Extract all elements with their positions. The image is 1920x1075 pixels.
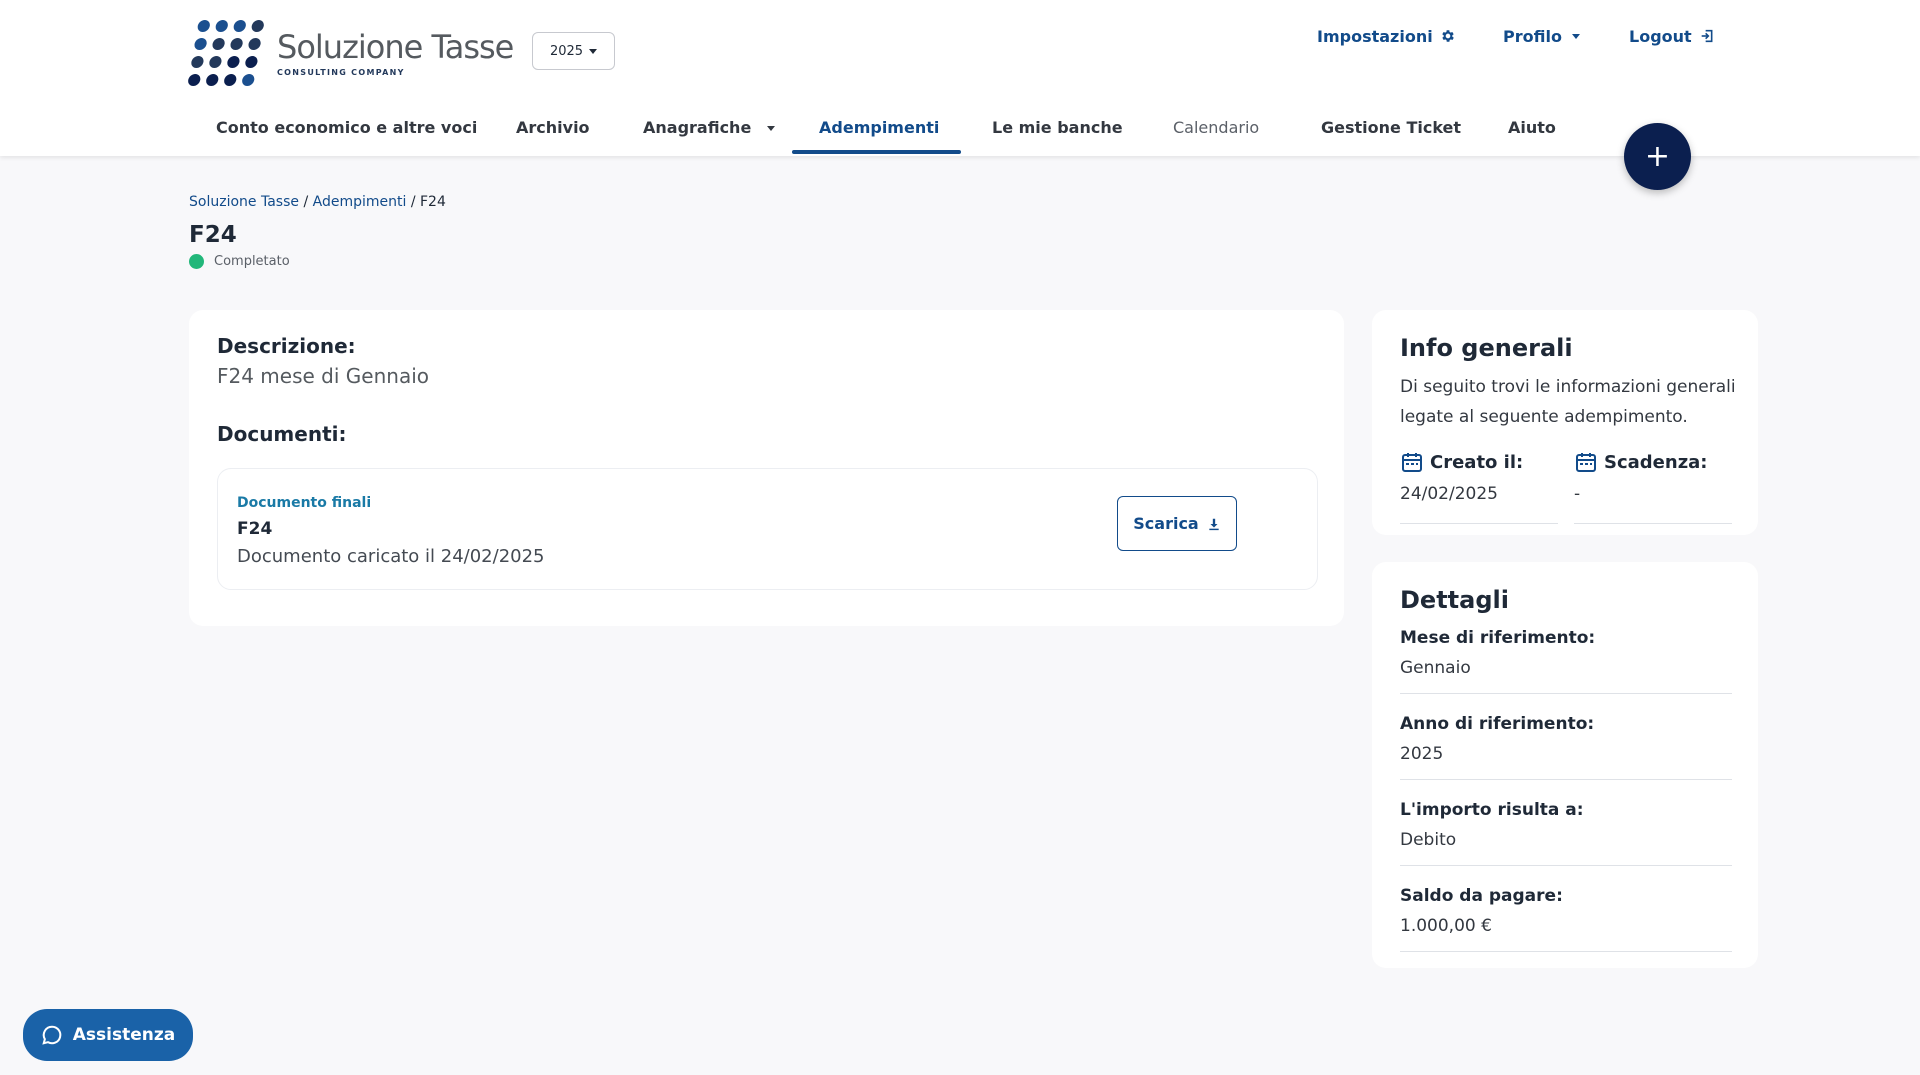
info-text: Di seguito trovi le informazioni general… [1400,377,1736,427]
nav-item-calendario[interactable]: Calendario [1173,118,1259,137]
breadcrumb: Soluzione Tasse / Adempimenti / F24 [189,194,446,210]
status-dot-icon [189,254,204,269]
nav-item-banche[interactable]: Le mie banche [992,118,1123,137]
due-label: Scadenza: [1604,451,1708,473]
info-card: Info generali Di seguito trovi le inform… [1372,310,1758,535]
description-label: Descrizione: [217,334,356,358]
breadcrumb-section[interactable]: Adempimenti [313,194,407,210]
chat-bubble-icon [41,1024,63,1046]
year-select-value: 2025 [549,43,584,59]
settings-link[interactable]: Impostazioni [1317,27,1456,46]
settings-link-label: Impostazioni [1317,26,1433,46]
document-upload-date: Documento caricato il 24/02/2025 [237,546,545,567]
profile-menu[interactable]: Profilo [1503,27,1580,46]
document-name: F24 [237,519,273,539]
status-label: Completato [214,254,290,269]
breadcrumb-separator: / [303,194,309,210]
chevron-down-icon [766,126,775,131]
page-title: F24 [189,222,237,248]
plus-icon: + [1644,139,1671,174]
year-select[interactable]: 2025 [532,32,615,70]
status-badge: Completato [189,254,290,269]
logout-icon [1699,28,1715,44]
due-value: - [1574,484,1732,524]
created-date: Creato il: 24/02/2025 [1400,450,1558,524]
brand-name: Soluzione Tasse [277,27,514,66]
detail-value: 2025 [1400,744,1444,764]
nav-item-ticket[interactable]: Gestione Ticket [1321,118,1461,137]
created-value: 24/02/2025 [1400,484,1558,524]
detail-row: Anno di riferimento: 2025 [1400,714,1732,780]
logout-link[interactable]: Logout [1629,27,1715,46]
nav-item-adempimenti[interactable]: Adempimenti [819,118,939,137]
calendar-icon [1574,450,1598,474]
nav-item-anagrafiche-label: Anagrafiche [643,118,752,137]
due-date: Scadenza: - [1574,450,1732,524]
nav-item-anagrafiche[interactable]: Anagrafiche [643,118,775,137]
breadcrumb-root[interactable]: Soluzione Tasse [189,194,299,210]
details-card: Dettagli Mese di riferimento: Gennaio An… [1372,562,1758,968]
calendar-icon [1400,450,1424,474]
top-header: Soluzione Tasse CONSULTING COMPANY 2025 … [0,0,1920,156]
detail-value: 1.000,00 € [1400,916,1492,936]
description-value: F24 mese di Gennaio [217,364,429,388]
created-label: Creato il: [1430,451,1524,473]
detail-value: Gennaio [1400,658,1471,678]
brand-logo[interactable]: Soluzione Tasse CONSULTING COMPANY [187,20,514,86]
due-label-row: Scadenza: [1574,450,1732,474]
add-button[interactable]: + [1624,123,1691,190]
active-tab-indicator [792,150,961,154]
nav-item-conto-economico[interactable]: Conto economico e altre voci [216,118,477,137]
chevron-down-icon [589,48,598,54]
logout-link-label: Logout [1629,26,1692,46]
detail-value: Debito [1400,830,1457,850]
detail-label: Mese di riferimento: [1400,628,1596,648]
nav-item-archivio[interactable]: Archivio [516,118,590,137]
profile-menu-label: Profilo [1503,26,1562,46]
detail-label: Anno di riferimento: [1400,714,1595,734]
documents-label: Documenti: [217,422,347,446]
download-icon [1207,517,1221,531]
document-type: Documento finali [237,495,372,511]
assistance-button[interactable]: Assistenza [23,1009,193,1061]
chevron-down-icon [1571,33,1580,39]
detail-label: Saldo da pagare: [1400,886,1563,906]
download-button[interactable]: Scarica [1117,496,1237,551]
brand-tagline: CONSULTING COMPANY [277,67,405,77]
info-title: Info generali [1400,334,1573,362]
main-card: Descrizione: F24 mese di Gennaio Documen… [189,310,1344,626]
breadcrumb-separator: / [410,194,416,210]
download-button-label: Scarica [1133,514,1199,533]
created-label-row: Creato il: [1400,450,1558,474]
breadcrumb-current: F24 [419,194,446,210]
document-item: Documento finali F24 Documento caricato … [217,468,1318,590]
assistance-label: Assistenza [72,1025,176,1045]
logo-text: Soluzione Tasse CONSULTING COMPANY [277,27,514,77]
detail-row: Saldo da pagare: 1.000,00 € [1400,886,1732,952]
logo-dots-icon [187,20,265,86]
details-title: Dettagli [1400,586,1509,614]
detail-row: L'importo risulta a: Debito [1400,800,1732,866]
detail-label: L'importo risulta a: [1400,800,1584,820]
nav-item-aiuto[interactable]: Aiuto [1508,118,1556,137]
detail-row: Mese di riferimento: Gennaio [1400,628,1732,694]
gear-icon [1440,28,1456,44]
